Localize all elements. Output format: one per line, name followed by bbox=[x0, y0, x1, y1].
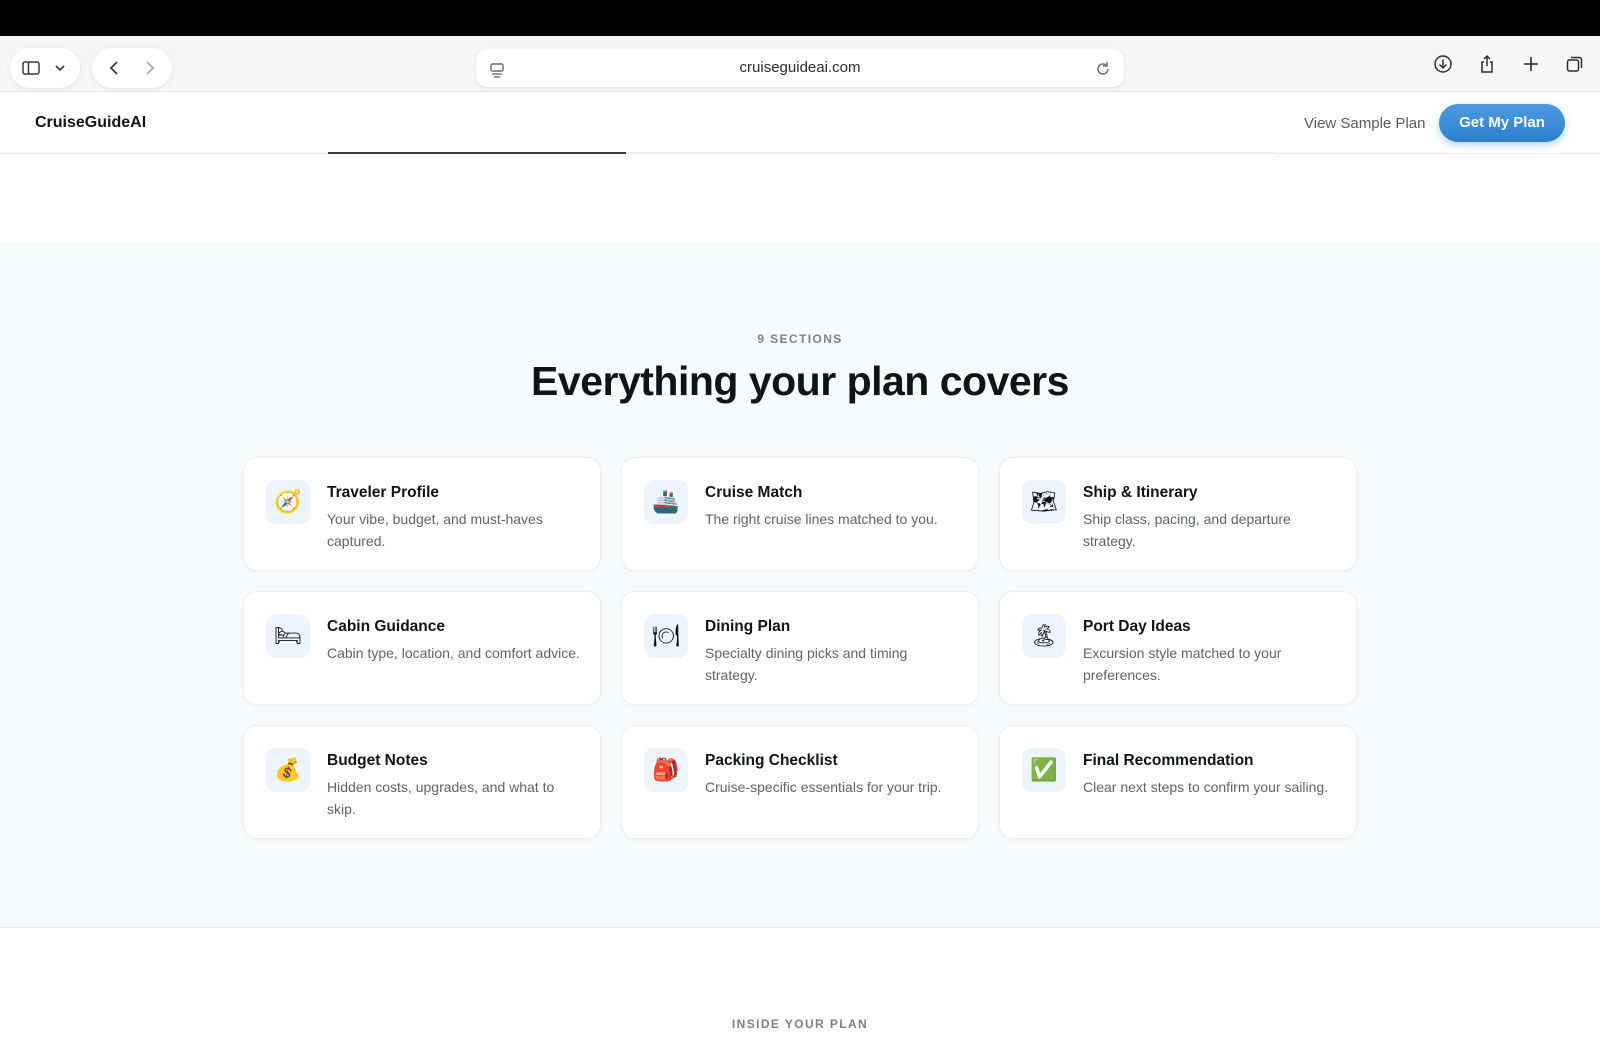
system-top-bar bbox=[0, 0, 1600, 36]
card-title: Ship & Itinerary bbox=[1083, 484, 1198, 501]
map-icon: 🗺 bbox=[1022, 480, 1066, 524]
view-sample-plan-link[interactable]: View Sample Plan bbox=[1304, 115, 1425, 132]
card-title: Traveler Profile bbox=[327, 484, 440, 501]
card-description: Ship class, pacing, and departure strate… bbox=[1083, 511, 1291, 549]
card-description: Your vibe, budget, and must-haves captur… bbox=[327, 511, 543, 549]
card-description: Excursion style matched to your preferen… bbox=[1083, 645, 1282, 683]
new-tab-icon[interactable] bbox=[1520, 53, 1542, 75]
compass-icon: 🧭 bbox=[266, 480, 310, 524]
get-my-plan-button[interactable]: Get My Plan bbox=[1439, 104, 1565, 142]
sidebar-icon[interactable] bbox=[20, 57, 42, 79]
card-title: Budget Notes bbox=[327, 752, 428, 769]
share-icon[interactable] bbox=[1476, 53, 1498, 75]
browser-toolbar: cruiseguideai.com bbox=[0, 36, 1600, 92]
card-ship-itinerary: 🗺 Ship & Itinerary Ship class, pacing, a… bbox=[999, 457, 1357, 571]
plan-sections: 9 SECTIONS Everything your plan covers 🧭… bbox=[0, 242, 1600, 928]
card-description: Cruise-specific essentials for your trip… bbox=[705, 779, 942, 795]
dining-icon: 🍽 bbox=[644, 614, 688, 658]
check-icon: ✅ bbox=[1022, 748, 1066, 792]
card-port-day-ideas: 🏝 Port Day Ideas Excursion style matched… bbox=[999, 591, 1357, 705]
address-bar[interactable]: cruiseguideai.com bbox=[476, 49, 1124, 87]
chevron-down-icon[interactable] bbox=[49, 57, 71, 79]
tabs-overview-icon[interactable] bbox=[1564, 53, 1586, 75]
reload-icon[interactable] bbox=[1092, 58, 1114, 80]
brand-logo[interactable]: CruiseGuideAI bbox=[35, 114, 146, 132]
forward-icon[interactable] bbox=[138, 57, 160, 79]
card-description: Cabin type, location, and comfort advice… bbox=[327, 645, 580, 661]
card-title: Cabin Guidance bbox=[327, 618, 445, 635]
card-title: Port Day Ideas bbox=[1083, 618, 1191, 635]
ship-icon: 🚢 bbox=[644, 480, 688, 524]
money-bag-icon: 💰 bbox=[266, 748, 310, 792]
download-icon[interactable] bbox=[1432, 53, 1454, 75]
backpack-icon: 🎒 bbox=[644, 748, 688, 792]
section-kicker: 9 SECTIONS bbox=[757, 332, 843, 346]
scroll-progress-fill bbox=[328, 152, 626, 154]
bed-icon: 🛏 bbox=[266, 614, 310, 658]
card-traveler-profile: 🧭 Traveler Profile Your vibe, budget, an… bbox=[243, 457, 601, 571]
card-description: Hidden costs, upgrades, and what to skip… bbox=[327, 779, 555, 817]
card-description: Specialty dining picks and timing strate… bbox=[705, 645, 908, 683]
card-final-recommendation: ✅ Final Recommendation Clear next steps … bbox=[999, 725, 1357, 839]
card-title: Cruise Match bbox=[705, 484, 803, 501]
card-title: Final Recommendation bbox=[1083, 752, 1254, 769]
toolbar-actions bbox=[1432, 53, 1586, 75]
card-title: Packing Checklist bbox=[705, 752, 838, 769]
next-section-kicker: INSIDE YOUR PLAN bbox=[731, 1017, 869, 1031]
sidebar-controls bbox=[10, 48, 80, 88]
section-title: Everything your plan covers bbox=[531, 358, 1069, 404]
card-description: The right cruise lines matched to you. bbox=[705, 511, 938, 527]
card-description: Clear next steps to confirm your sailing… bbox=[1083, 779, 1329, 795]
card-budget-notes: 💰 Budget Notes Hidden costs, upgrades, a… bbox=[243, 725, 601, 839]
navigation-controls bbox=[92, 48, 172, 88]
card-cruise-match: 🚢 Cruise Match The right cruise lines ma… bbox=[621, 457, 979, 571]
url-text[interactable]: cruiseguideai.com bbox=[476, 59, 1124, 76]
island-icon: 🏝 bbox=[1022, 614, 1066, 658]
back-icon[interactable] bbox=[104, 57, 126, 79]
card-cabin-guidance: 🛏 Cabin Guidance Cabin type, location, a… bbox=[243, 591, 601, 705]
feature-grid: 🧭 Traveler Profile Your vibe, budget, an… bbox=[243, 457, 1357, 839]
site-header: CruiseGuideAI View Sample Plan Get My Pl… bbox=[0, 92, 1600, 154]
card-packing-checklist: 🎒 Packing Checklist Cruise-specific esse… bbox=[621, 725, 979, 839]
card-title: Dining Plan bbox=[705, 618, 791, 635]
card-dining-plan: 🍽 Dining Plan Specialty dining picks and… bbox=[621, 591, 979, 705]
